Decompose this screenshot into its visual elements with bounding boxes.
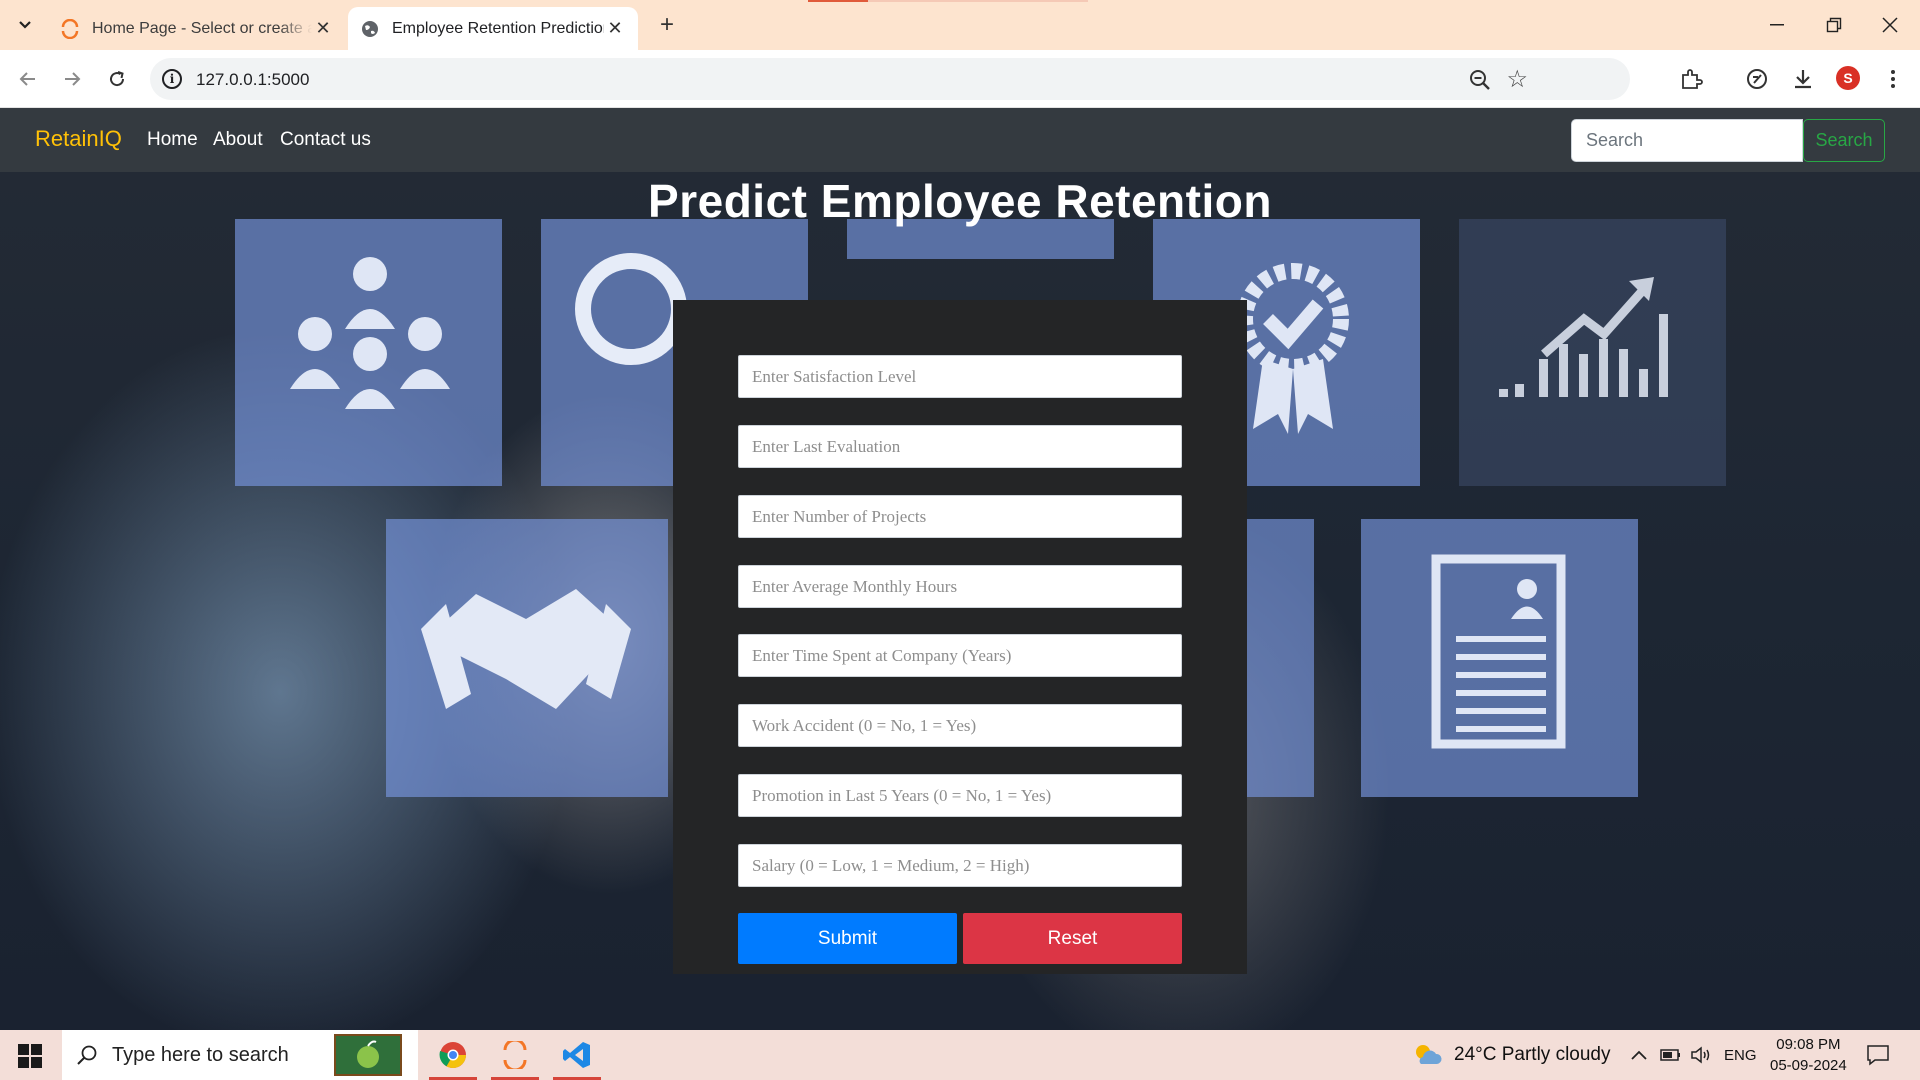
brand-logo[interactable]: RetainIQ <box>35 126 122 152</box>
close-tab-icon[interactable]: ✕ <box>312 18 334 39</box>
bookmark-star-icon[interactable]: ☆ <box>1506 65 1528 94</box>
system-clock[interactable]: 09:08 PM 05-09-2024 <box>1770 1030 1847 1080</box>
jupyter-taskbar-icon[interactable] <box>487 1030 543 1080</box>
last-evaluation-input[interactable] <box>738 425 1182 468</box>
battery-icon[interactable] <box>1660 1030 1682 1080</box>
weather-widget[interactable]: 24°C Partly cloudy <box>1412 1030 1611 1080</box>
tab-home-page[interactable]: Home Page - Select or create a notebook … <box>48 7 346 50</box>
tray-overflow-chevron-icon[interactable] <box>1631 1030 1647 1080</box>
browser-toolbar: i 127.0.0.1:5000 ☆ <box>0 50 1920 140</box>
jupyter-loading-icon <box>60 18 80 39</box>
reload-icon[interactable] <box>102 64 132 94</box>
work-accident-input[interactable] <box>738 704 1182 747</box>
address-bar[interactable]: i 127.0.0.1:5000 ☆ <box>150 58 1630 100</box>
school-apple-icon[interactable] <box>334 1034 402 1076</box>
average-monthly-hours-input[interactable] <box>738 565 1182 608</box>
taskbar-search-box[interactable]: Type here to search <box>62 1030 418 1080</box>
download-icon[interactable] <box>1788 64 1818 94</box>
salary-input[interactable] <box>738 844 1182 887</box>
nav-link-contact[interactable]: Contact us <box>280 129 371 151</box>
back-arrow-icon[interactable] <box>13 64 43 94</box>
promotion-input[interactable] <box>738 774 1182 817</box>
chrome-taskbar-icon[interactable] <box>425 1030 481 1080</box>
team-icon <box>235 219 502 486</box>
search-icon <box>77 1045 97 1065</box>
extensions-puzzle-icon[interactable] <box>1676 64 1706 94</box>
nav-link-home[interactable]: Home <box>147 129 198 151</box>
tab-employee-retention[interactable]: Employee Retention Prediction ✕ <box>348 7 638 50</box>
profile-avatar[interactable]: S <box>1836 66 1860 90</box>
weather-text: 24°C Partly cloudy <box>1454 1044 1611 1065</box>
zoom-out-icon[interactable] <box>1468 68 1492 92</box>
close-window-icon[interactable] <box>1868 8 1912 42</box>
web-page: RetainIQ Home About Contact us Search Pr… <box>0 108 1920 1030</box>
windows-taskbar: Type here to search 24°C Partly cloudy E… <box>0 1030 1920 1080</box>
prediction-form: Submit Reset <box>673 300 1247 974</box>
submit-button[interactable]: Submit <box>738 913 957 964</box>
globe-icon <box>360 19 380 39</box>
loading-indicator <box>808 0 868 2</box>
search-button[interactable]: Search <box>1803 119 1885 162</box>
number-of-projects-input[interactable] <box>738 495 1182 538</box>
menu-kebab-icon[interactable] <box>1878 64 1908 94</box>
background-tile <box>1247 519 1314 797</box>
growth-chart-icon <box>1459 219 1726 486</box>
resume-document-icon <box>1361 519 1638 797</box>
search-input[interactable] <box>1571 119 1803 162</box>
vscode-taskbar-icon[interactable] <box>549 1030 605 1080</box>
windows-start-icon[interactable] <box>18 1044 42 1068</box>
loading-indicator-track <box>868 0 1088 2</box>
nav-link-about[interactable]: About <box>213 129 263 151</box>
site-info-icon[interactable]: i <box>162 69 182 89</box>
forward-arrow-icon[interactable] <box>57 64 87 94</box>
handshake-icon <box>386 519 668 797</box>
site-navbar: RetainIQ Home About Contact us Search <box>0 108 1920 172</box>
page-title: Predict Employee Retention <box>648 175 1272 227</box>
reset-button[interactable]: Reset <box>963 913 1182 964</box>
restore-icon[interactable] <box>1812 8 1856 42</box>
browser-tab-bar: Home Page - Select or create a notebook … <box>0 0 1920 50</box>
satisfaction-level-input[interactable] <box>738 355 1182 398</box>
clock-time: 09:08 PM <box>1776 1036 1841 1053</box>
new-tab-plus-icon[interactable]: + <box>652 10 682 40</box>
time-spent-input[interactable] <box>738 634 1182 677</box>
taskbar-search-placeholder: Type here to search <box>112 1043 289 1066</box>
volume-icon[interactable] <box>1690 1030 1712 1080</box>
tab-title: Home Page - Select or create a notebook <box>92 19 312 37</box>
performance-icon[interactable] <box>1742 64 1772 94</box>
notification-center-icon[interactable] <box>1866 1030 1890 1080</box>
clock-date: 05-09-2024 <box>1770 1057 1847 1074</box>
tab-search-chevron-icon[interactable] <box>10 12 40 38</box>
minimize-icon[interactable] <box>1755 8 1799 42</box>
close-tab-icon[interactable]: ✕ <box>604 18 626 39</box>
language-indicator[interactable]: ENG <box>1724 1030 1757 1080</box>
tab-title: Employee Retention Prediction <box>392 19 604 37</box>
partly-cloudy-icon <box>1416 1045 1442 1064</box>
url-text: 127.0.0.1:5000 <box>196 70 310 89</box>
